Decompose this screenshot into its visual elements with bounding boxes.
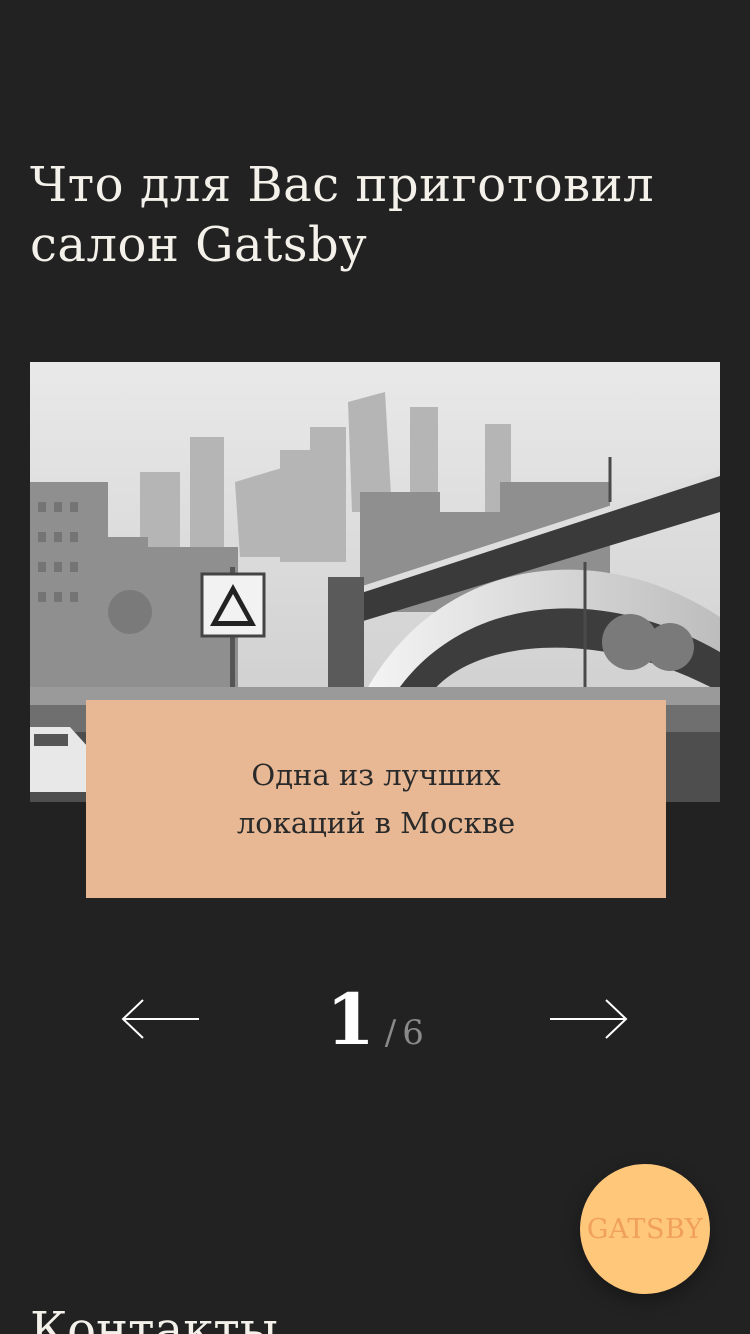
arrow-right-icon bbox=[550, 999, 628, 1039]
section-title: Что для Вас приготовил салон Gatsby bbox=[30, 157, 655, 273]
slide-counter-current: 1 bbox=[326, 978, 375, 1061]
gatsby-fab-button[interactable]: GATSBY bbox=[580, 1164, 710, 1294]
slide-counter-separator: / bbox=[384, 1013, 397, 1053]
slide-counter-total: 6 bbox=[402, 1013, 424, 1053]
fab-label: GATSBY bbox=[586, 1213, 704, 1245]
slide-counter: 1/6 bbox=[280, 975, 470, 1065]
prev-slide-button[interactable] bbox=[121, 998, 201, 1040]
contacts-title: Контакты bbox=[30, 1302, 278, 1334]
arrow-left-icon bbox=[121, 999, 199, 1039]
slide-caption-card: Одна из лучших локаций в Москве bbox=[86, 700, 666, 898]
slide-caption: Одна из лучших локаций в Москве bbox=[236, 758, 516, 840]
next-slide-button[interactable] bbox=[548, 998, 628, 1040]
